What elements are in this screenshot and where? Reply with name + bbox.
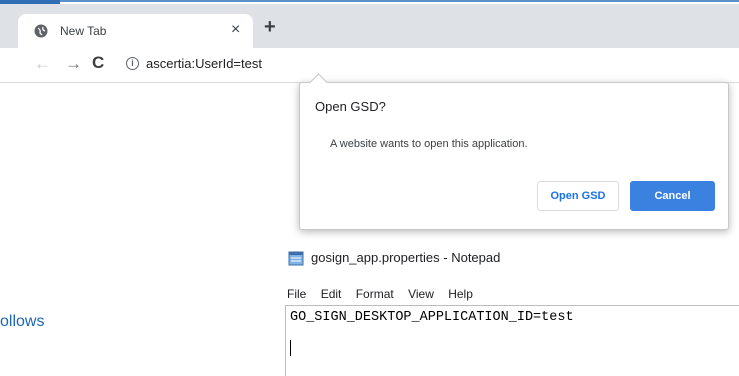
menu-file[interactable]: File: [287, 287, 306, 301]
close-tab-icon[interactable]: ×: [231, 21, 240, 39]
tab-title: New Tab: [60, 24, 107, 38]
notepad-title: gosign_app.properties - Notepad: [311, 250, 501, 265]
browser-toolbar: ← → C i ascertia:UserId=test: [0, 48, 739, 83]
menu-format[interactable]: Format: [356, 287, 394, 301]
forward-arrow-icon[interactable]: →: [65, 54, 82, 74]
back-arrow-icon[interactable]: ←: [34, 54, 51, 74]
notepad-editor[interactable]: GO_SIGN_DESKTOP_APPLICATION_ID=test: [285, 305, 739, 376]
side-caption: ollows: [0, 313, 45, 330]
tab-new-tab[interactable]: New Tab ×: [18, 14, 253, 48]
globe-icon: [34, 24, 48, 38]
info-icon[interactable]: i: [126, 57, 139, 70]
open-gsd-button[interactable]: Open GSD: [537, 181, 619, 211]
menu-help[interactable]: Help: [448, 287, 473, 301]
menu-view[interactable]: View: [408, 287, 434, 301]
address-bar[interactable]: ascertia:UserId=test: [146, 56, 262, 71]
open-app-dialog: Open GSD? A website wants to open this a…: [299, 73, 729, 230]
dialog-title: Open GSD?: [315, 99, 386, 114]
notepad-icon: [288, 251, 304, 266]
notepad-menubar: File Edit Format View Help: [287, 287, 484, 301]
dialog-message: A website wants to open this application…: [330, 138, 528, 150]
text-cursor: [290, 340, 291, 356]
tab-strip: New Tab × +: [0, 4, 739, 48]
cancel-button[interactable]: Cancel: [630, 181, 715, 211]
new-tab-button[interactable]: +: [264, 17, 276, 37]
notepad-content: GO_SIGN_DESKTOP_APPLICATION_ID=test: [290, 310, 574, 325]
reload-icon[interactable]: C: [92, 53, 104, 73]
menu-edit[interactable]: Edit: [321, 287, 342, 301]
browser-window: New Tab × + ← → C i ascertia:UserId=test: [0, 4, 739, 83]
top-accent-line: [0, 0, 739, 2]
